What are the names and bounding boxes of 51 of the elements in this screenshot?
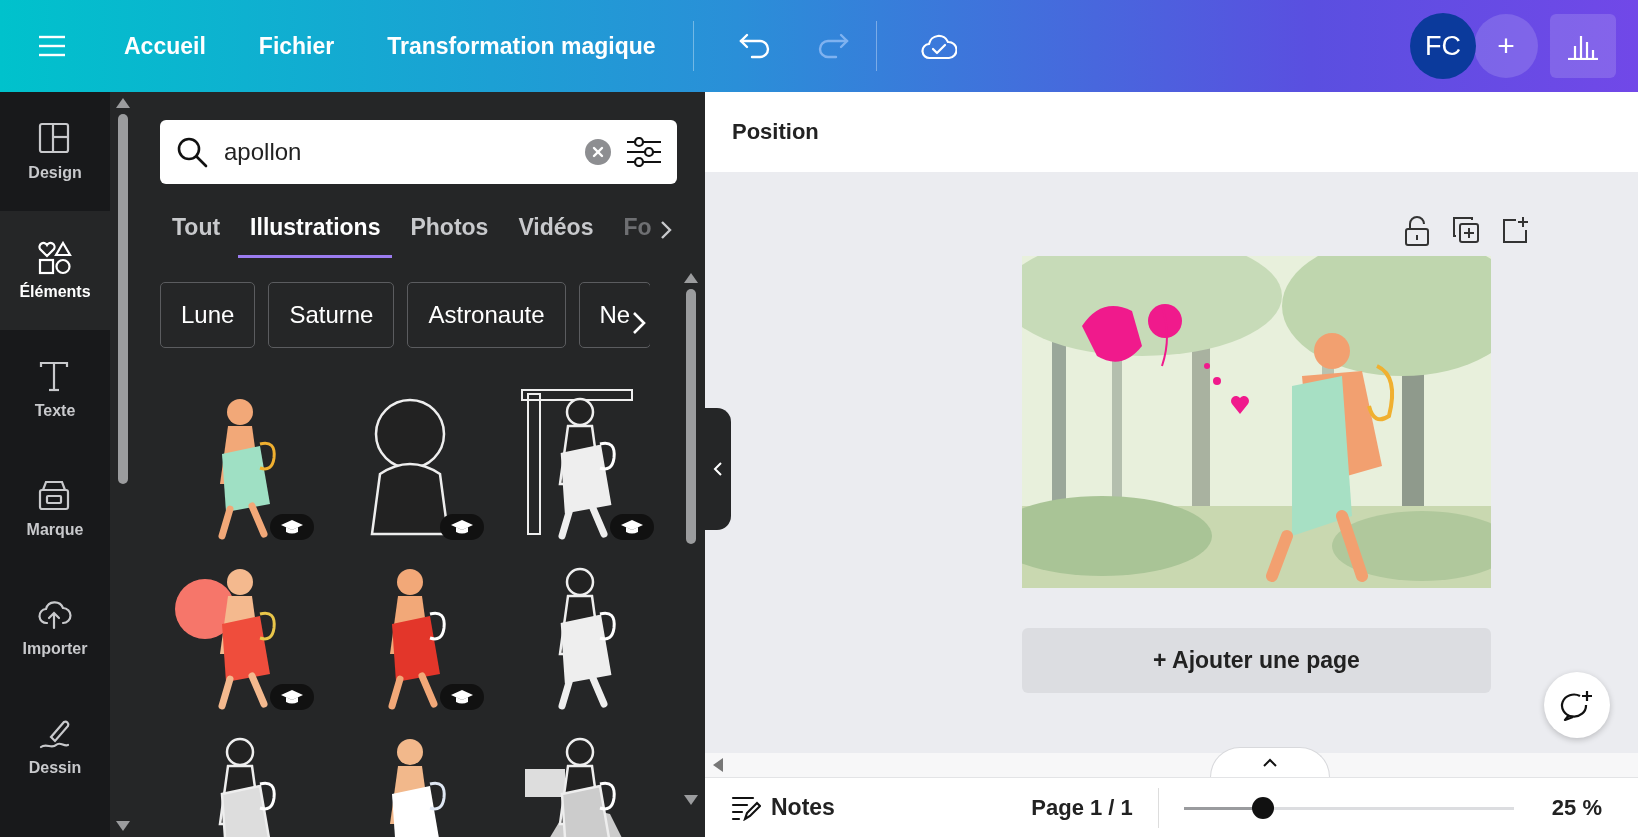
scroll-left-icon[interactable] bbox=[713, 758, 723, 772]
user-avatar[interactable]: FC bbox=[1410, 13, 1476, 79]
category-tab[interactable]: Tout bbox=[160, 206, 233, 258]
search-icon bbox=[176, 136, 208, 168]
category-tab[interactable]: Photos bbox=[398, 206, 501, 258]
add-comment-button[interactable] bbox=[1544, 672, 1610, 738]
category-tab[interactable]: Illustrations bbox=[238, 206, 393, 258]
zoom-percentage: 25 % bbox=[1551, 794, 1602, 821]
collapse-panel-button[interactable] bbox=[705, 408, 731, 530]
scrollbar-thumb[interactable] bbox=[117, 114, 128, 484]
scroll-up-icon[interactable] bbox=[115, 98, 130, 108]
search-input[interactable]: apollon bbox=[224, 138, 569, 166]
clear-icon[interactable] bbox=[585, 139, 611, 165]
menu-icon bbox=[39, 35, 65, 57]
notes-button[interactable]: Notes bbox=[731, 794, 835, 821]
scrollbar-thumb[interactable] bbox=[686, 289, 696, 544]
sidebar-item[interactable]: Éléments bbox=[0, 211, 110, 330]
duplicate-icon[interactable] bbox=[1452, 216, 1480, 244]
chevron-left-icon bbox=[713, 461, 723, 477]
graduation-cap-icon bbox=[280, 689, 304, 705]
page-counter: Page 1 / 1 bbox=[1031, 794, 1133, 821]
undo-icon[interactable] bbox=[737, 31, 772, 61]
layout-icon bbox=[38, 121, 72, 156]
graduation-cap-icon bbox=[280, 519, 304, 535]
insights-button[interactable] bbox=[1550, 14, 1616, 78]
chevron-right-icon[interactable] bbox=[659, 220, 672, 240]
suggestion-chip[interactable]: Astronaute bbox=[407, 282, 566, 348]
scroll-down-icon[interactable] bbox=[115, 821, 130, 831]
notes-icon bbox=[731, 794, 761, 821]
graduation-cap-icon bbox=[450, 689, 474, 705]
category-tab[interactable]: Vidéos bbox=[506, 206, 606, 258]
shapes-icon bbox=[38, 240, 72, 275]
filter-icon[interactable] bbox=[627, 137, 661, 167]
cloud-check-icon[interactable] bbox=[920, 32, 957, 60]
caret-up-icon bbox=[1263, 758, 1277, 767]
graduation-cap-icon bbox=[620, 519, 644, 535]
suggestion-chip[interactable]: Lune bbox=[160, 282, 256, 348]
comment-add-icon bbox=[1560, 689, 1594, 721]
add-button[interactable]: + bbox=[1474, 14, 1538, 78]
add-page-icon[interactable] bbox=[1502, 216, 1530, 244]
suggestion-chip[interactable]: Saturne bbox=[268, 282, 395, 348]
scroll-down-icon[interactable] bbox=[684, 795, 698, 805]
add-page-button[interactable]: + Ajouter une page bbox=[1022, 628, 1491, 693]
case-icon bbox=[38, 478, 72, 513]
suggestion-chip[interactable]: Ne bbox=[578, 282, 650, 348]
graduation-cap-icon bbox=[450, 519, 474, 535]
slider-thumb[interactable] bbox=[1252, 796, 1275, 819]
padlock-icon[interactable] bbox=[1404, 216, 1430, 246]
position-button[interactable]: Position bbox=[732, 119, 819, 145]
scroll-up-icon[interactable] bbox=[684, 273, 698, 283]
search-field[interactable]: apollon bbox=[160, 120, 677, 184]
